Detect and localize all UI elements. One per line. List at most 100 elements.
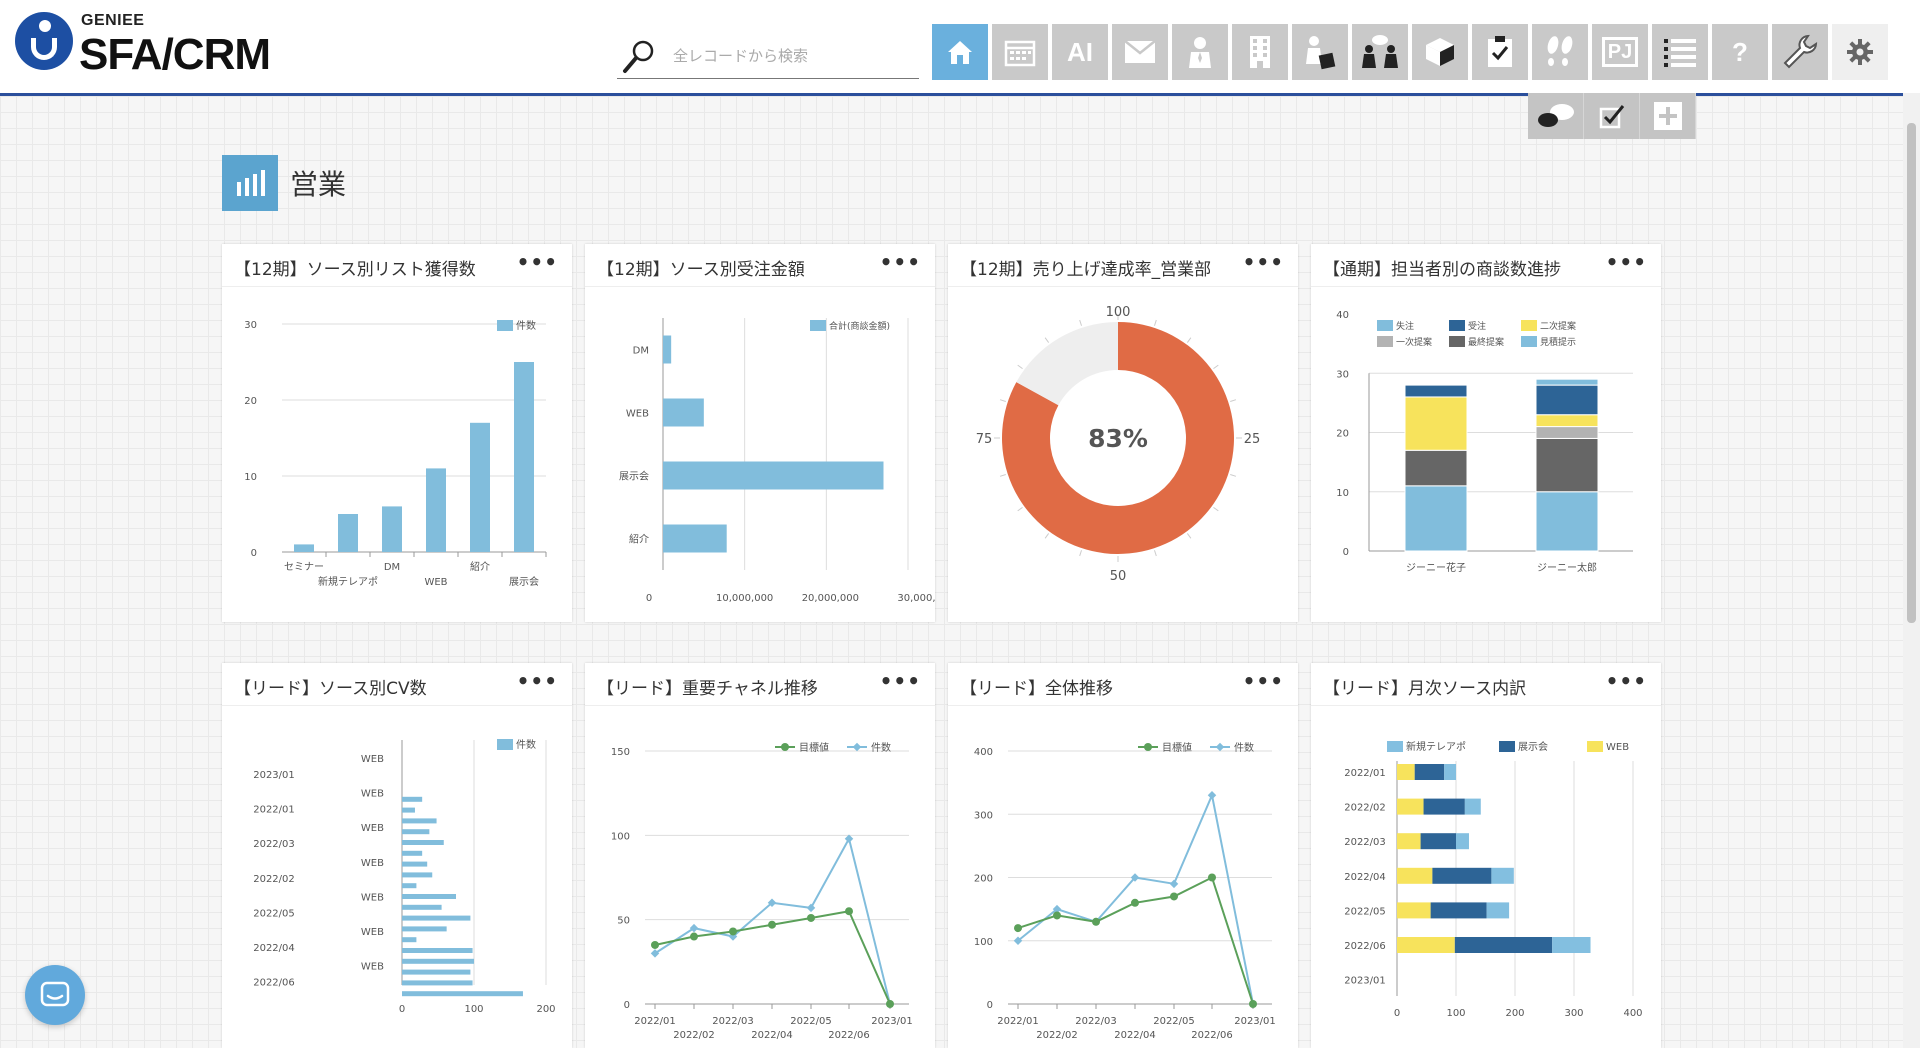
bar-chart-icon (222, 155, 278, 211)
plus-icon (1653, 101, 1683, 131)
nav-mail-button[interactable] (1112, 24, 1168, 80)
legend-marker (1144, 743, 1152, 751)
more-options-icon[interactable]: ••• (1243, 669, 1284, 693)
card-title: 【リード】重要チャネル推移 (597, 679, 818, 699)
nav-list-button[interactable] (1652, 24, 1708, 80)
y-tick-label: 2022/01 (253, 805, 295, 816)
plus-button[interactable] (1640, 93, 1696, 139)
x-tick-label: 2022/04 (1114, 1030, 1156, 1041)
data-point (1169, 879, 1179, 889)
geniee-logo-icon (15, 12, 73, 70)
y-tick-label: 10 (244, 472, 257, 483)
data-point (886, 1000, 894, 1008)
bar (402, 829, 430, 835)
y-tick-label: 20 (244, 396, 257, 407)
more-options-icon[interactable]: ••• (880, 250, 921, 274)
search-input[interactable] (671, 42, 915, 70)
gauge-tick (999, 399, 1006, 403)
data-point (690, 932, 698, 941)
chat-launcher-button[interactable] (25, 965, 85, 1025)
legend-swatch (810, 320, 826, 331)
chart-canvas: 83% 100 25 50 75 (976, 305, 1261, 584)
legend-swatch (1499, 741, 1515, 752)
more-options-icon[interactable]: ••• (517, 669, 558, 693)
nav-meeting-button[interactable] (1352, 24, 1408, 80)
x-tick-label: WEB (424, 577, 447, 588)
x-tick-label: ジーニー花子 (1406, 561, 1466, 574)
gauge-tick (1213, 364, 1219, 370)
x-tick-label: 2022/05 (1153, 1016, 1195, 1027)
nav-ai-button[interactable]: AI (1052, 24, 1108, 80)
bar (402, 948, 473, 953)
card-title: 【リード】ソース別CV数 (234, 679, 427, 699)
legend-label: 受注 (1468, 320, 1486, 332)
chat-bubbles-button[interactable] (1528, 93, 1584, 139)
more-options-icon[interactable]: ••• (517, 250, 558, 274)
bar-segment (1486, 902, 1510, 919)
nav-building-button[interactable] (1232, 24, 1288, 80)
x-tick-label: 2022/06 (828, 1030, 870, 1041)
nav-calendar-button[interactable] (992, 24, 1048, 80)
legend-label: 二次提案 (1540, 320, 1576, 332)
page-scrollbar[interactable] (1903, 93, 1920, 1048)
nav-wrench-button[interactable] (1772, 24, 1828, 80)
nav-help-button[interactable]: ? (1712, 24, 1768, 80)
nav-gear-button[interactable] (1832, 24, 1888, 80)
nav-deal-button[interactable] (1292, 24, 1348, 80)
home-icon (945, 37, 975, 67)
more-options-icon[interactable]: ••• (1243, 250, 1284, 274)
search-icon[interactable] (621, 38, 657, 76)
page-title: 営業 (222, 155, 346, 211)
y-tick-label: 2023/01 (1344, 976, 1386, 987)
mail-icon (1124, 40, 1156, 64)
nav-home-button[interactable] (932, 24, 988, 80)
card-title: 【12期】ソース別リスト獲得数 (234, 260, 476, 280)
card-header: 【リード】重要チャネル推移 ••• (585, 663, 935, 706)
data-point (1207, 791, 1217, 800)
checkbox-button[interactable] (1584, 93, 1640, 139)
y-tick-label: 2022/05 (1344, 906, 1386, 917)
bar-segment (1454, 937, 1553, 953)
legend-swatch (1377, 336, 1393, 347)
more-options-icon[interactable]: ••• (1606, 250, 1647, 274)
data-point (1208, 873, 1216, 882)
bar-segment (1404, 396, 1468, 451)
nav-project-button[interactable]: PJ (1592, 24, 1648, 80)
x-tick-label: 2022/01 (634, 1016, 676, 1027)
more-options-icon[interactable]: ••• (1606, 669, 1647, 693)
x-tick-label: ジーニー太郎 (1537, 561, 1597, 574)
gauge-tick (1079, 319, 1083, 326)
card-header: 【12期】ソース別受注金額 ••• (585, 244, 935, 287)
legend-label: 展示会 (1518, 740, 1548, 753)
chart-canvas: 0 100 200 300 400 2022/01 2022/02 2022/03 2022/0… (1344, 740, 1642, 1019)
app-logo[interactable]: GENIEE SFA/CRM (15, 12, 275, 79)
bar-segment (1404, 384, 1468, 398)
x-tick-label: 400 (1623, 1008, 1642, 1019)
bar-segment (1444, 764, 1456, 780)
app-header: GENIEE SFA/CRM AI PJ? (0, 0, 1920, 96)
y-tick-label: 40 (1336, 310, 1349, 321)
bar-segment (1397, 902, 1431, 919)
gauge-label: 50 (1110, 569, 1127, 584)
legend-swatch (1521, 320, 1537, 331)
x-tick-label: 展示会 (509, 575, 539, 588)
more-options-icon[interactable]: ••• (880, 669, 921, 693)
legend-label: WEB (1606, 742, 1629, 753)
x-tick-label: 100 (1446, 1008, 1465, 1019)
y-tick-label: 2023/01 (253, 770, 295, 781)
bar-segment (1404, 449, 1468, 487)
y-tick-label: WEB (361, 927, 384, 938)
nav-footprints-button[interactable] (1532, 24, 1588, 80)
nav-product-box-button[interactable] (1412, 24, 1468, 80)
y-tick-label: 2022/01 (1344, 768, 1386, 779)
nav-task-button[interactable] (1472, 24, 1528, 80)
x-tick-label: 新規テレアポ (318, 575, 378, 588)
dashboard-card: 【12期】売り上げ達成率_営業部 ••• 83% 100 25 50 75 (948, 244, 1298, 622)
bar (402, 872, 433, 878)
nav-person-button[interactable] (1172, 24, 1228, 80)
x-tick-label: 300 (1564, 1008, 1583, 1019)
legend-label: 目標値 (1162, 741, 1192, 754)
y-tick-label: 2022/06 (253, 978, 295, 989)
bar-segment (1535, 378, 1599, 386)
legend-swatch (1449, 336, 1465, 347)
